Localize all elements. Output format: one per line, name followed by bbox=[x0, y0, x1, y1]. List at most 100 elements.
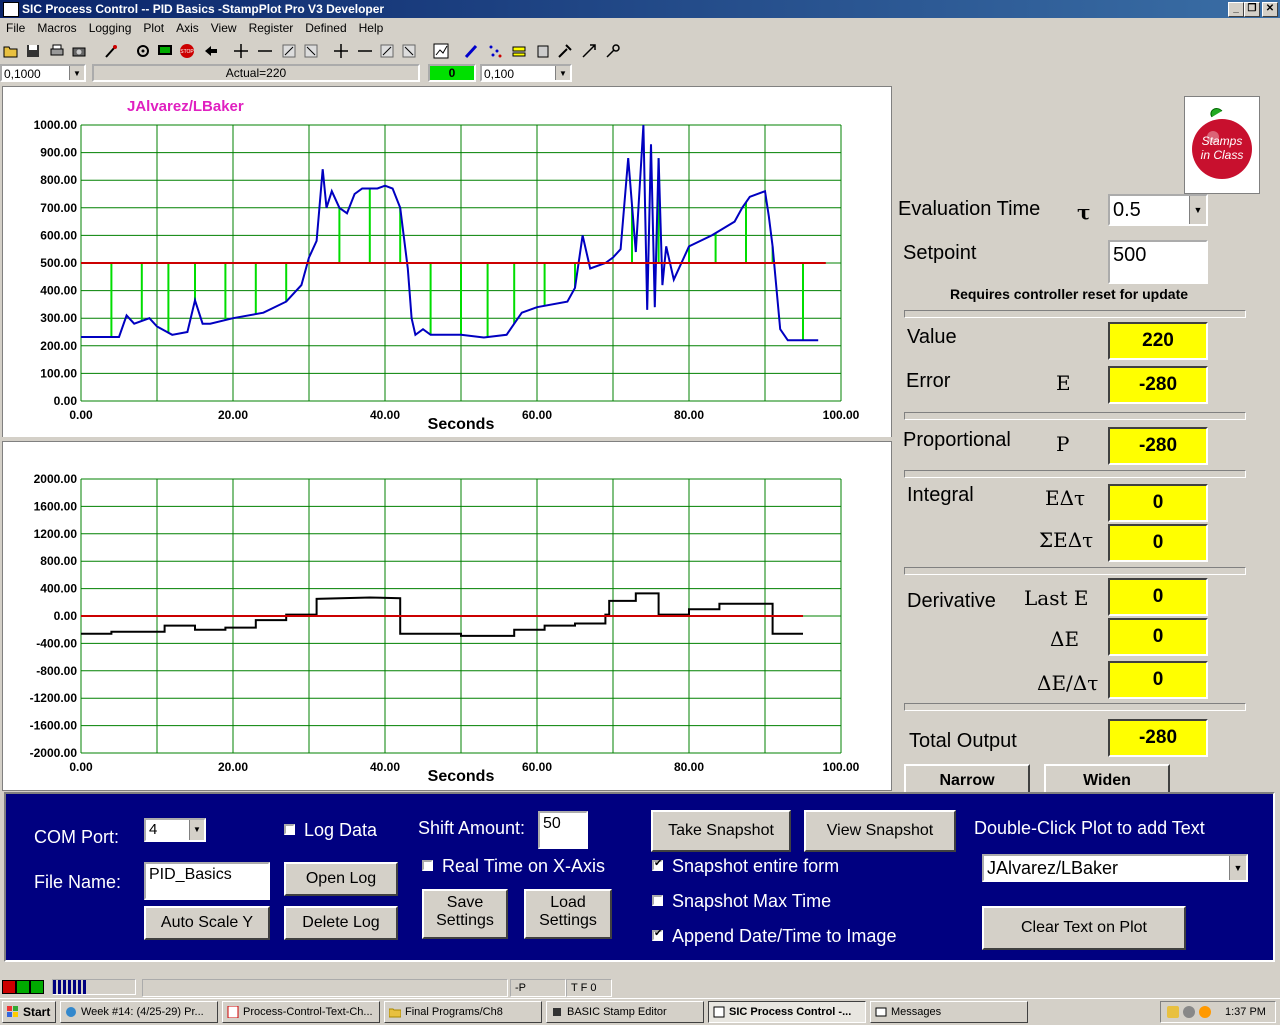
led-green-icon bbox=[30, 980, 44, 994]
svg-text:Stamps: Stamps bbox=[1202, 134, 1243, 148]
task-process-control-label: SIC Process Control -... bbox=[729, 1006, 852, 1018]
bottom-plot-panel[interactable]: 2000.00 1600.00 1200.00 800.00 400.00 0.00 -40… bbox=[2, 441, 892, 791]
task-browser[interactable]: Week #14: (4/25-29) Pr... bbox=[60, 1001, 218, 1023]
zoom-out-y-icon[interactable] bbox=[254, 40, 276, 62]
view-snapshot-button[interactable]: View Snapshot bbox=[804, 810, 956, 852]
y-span-combo[interactable]: 0,100 ▼ bbox=[480, 64, 572, 82]
tray-shield-icon[interactable] bbox=[1167, 1006, 1179, 1018]
x-tick-label: 80.00 bbox=[674, 760, 704, 774]
log-data-checkbox[interactable] bbox=[284, 824, 295, 838]
led-red-icon bbox=[2, 980, 16, 994]
tool-icon[interactable] bbox=[554, 40, 576, 62]
load-settings-button[interactable]: Load Settings bbox=[524, 889, 612, 939]
top-plot-panel[interactable]: 1000.00 900.00 800.00 700.00 600.00 500.00 400… bbox=[2, 86, 892, 438]
app-icon bbox=[713, 1006, 725, 1018]
menu-axis[interactable]: Axis bbox=[170, 18, 205, 38]
double-click-label: Double-Click Plot to add Text bbox=[974, 818, 1205, 838]
delete-log-button[interactable]: Delete Log bbox=[284, 906, 398, 940]
real-time-checkbox[interactable] bbox=[422, 860, 433, 874]
chevron-down-icon[interactable]: ▼ bbox=[1189, 196, 1206, 224]
apple-logo-icon: Stamps in Class bbox=[1192, 108, 1252, 179]
chevron-down-icon[interactable]: ▼ bbox=[69, 66, 84, 80]
pen-icon[interactable] bbox=[460, 40, 482, 62]
svg-text:STOP: STOP bbox=[180, 49, 194, 55]
arrow-left-icon[interactable] bbox=[200, 40, 222, 62]
task-folder[interactable]: Final Programs/Ch8 bbox=[384, 1001, 542, 1023]
take-snapshot-button[interactable]: Take Snapshot bbox=[651, 810, 791, 852]
append-date-checkbox[interactable] bbox=[652, 928, 663, 944]
zoom-in-x-icon[interactable] bbox=[330, 40, 352, 62]
error-symbol: E bbox=[1056, 371, 1071, 395]
snapshot-max-check[interactable] bbox=[652, 895, 663, 906]
chevron-down-icon[interactable]: ▼ bbox=[1229, 856, 1246, 880]
snapshot-entire-label: Snapshot entire form bbox=[672, 856, 840, 876]
open-log-button[interactable]: Open Log bbox=[284, 862, 398, 896]
snapshot-max-checkbox[interactable] bbox=[652, 895, 663, 909]
menu-view[interactable]: View bbox=[205, 18, 243, 38]
wand-icon[interactable] bbox=[100, 40, 122, 62]
key-icon[interactable] bbox=[602, 40, 624, 62]
chart-icon[interactable] bbox=[430, 40, 452, 62]
shift-right-icon[interactable] bbox=[398, 40, 420, 62]
maximize-button[interactable]: ❐ bbox=[1244, 2, 1260, 17]
shift-up-icon[interactable] bbox=[278, 40, 300, 62]
stop-icon[interactable]: STOP bbox=[176, 40, 198, 62]
gears-icon[interactable] bbox=[132, 40, 154, 62]
append-date-check[interactable] bbox=[652, 928, 663, 941]
bottom-plot-svg[interactable]: 2000.00 1600.00 1200.00 800.00 400.00 0.00 -40… bbox=[3, 442, 891, 790]
shift-amount-input[interactable]: 50 bbox=[538, 811, 588, 849]
clear-icon[interactable] bbox=[532, 40, 554, 62]
menu-macros[interactable]: Macros bbox=[31, 18, 82, 38]
resize-icon[interactable] bbox=[578, 40, 600, 62]
value-label: Value bbox=[907, 326, 957, 348]
clear-text-button[interactable]: Clear Text on Plot bbox=[982, 906, 1186, 950]
task-stamp-editor[interactable]: BASIC Stamp Editor bbox=[546, 1001, 704, 1023]
snapshot-entire-check[interactable] bbox=[652, 858, 663, 871]
plot-annotation-text: JAlvarez/LBaker bbox=[127, 98, 244, 115]
delta-e-symbol: ΔE bbox=[1050, 627, 1080, 651]
save-icon[interactable] bbox=[22, 40, 44, 62]
minimize-button[interactable]: _ bbox=[1228, 2, 1244, 17]
open-folder-icon[interactable] bbox=[0, 40, 22, 62]
shift-left-icon[interactable] bbox=[376, 40, 398, 62]
menu-help[interactable]: Help bbox=[353, 18, 390, 38]
eval-time-select[interactable]: 0.5 ▼ bbox=[1108, 194, 1208, 226]
log-data-check[interactable] bbox=[284, 824, 295, 835]
camera-icon[interactable] bbox=[68, 40, 90, 62]
task-pdf[interactable]: Process-Control-Text-Ch... bbox=[222, 1001, 380, 1023]
close-button[interactable]: ✕ bbox=[1262, 2, 1278, 17]
chevron-down-icon[interactable]: ▼ bbox=[555, 66, 570, 80]
top-plot-svg[interactable]: 1000.00 900.00 800.00 700.00 600.00 500.00 400… bbox=[3, 87, 891, 437]
task-messages-label: Messages bbox=[891, 1006, 942, 1018]
x-tick-label: 0.00 bbox=[69, 760, 93, 774]
title-bar[interactable]: SIC Process Control -- PID Basics -Stamp… bbox=[0, 0, 1280, 18]
menu-plot[interactable]: Plot bbox=[137, 18, 170, 38]
zoom-in-y-icon[interactable] bbox=[230, 40, 252, 62]
auto-scale-y-button[interactable]: Auto Scale Y bbox=[144, 906, 270, 940]
menu-defined[interactable]: Defined bbox=[299, 18, 352, 38]
print-icon[interactable] bbox=[46, 40, 68, 62]
max-span-combo[interactable]: 0,1000 ▼ bbox=[0, 64, 86, 82]
save-settings-button[interactable]: Save Settings bbox=[422, 889, 508, 939]
file-name-input[interactable]: PID_Basics bbox=[144, 862, 270, 900]
zoom-out-x-icon[interactable] bbox=[354, 40, 376, 62]
snapshot-entire-checkbox[interactable] bbox=[652, 858, 663, 874]
task-process-control[interactable]: SIC Process Control -... bbox=[708, 1001, 866, 1023]
start-button[interactable]: Start bbox=[2, 1001, 56, 1023]
tray-sound-icon[interactable] bbox=[1199, 1006, 1211, 1018]
monitor-icon[interactable] bbox=[154, 40, 176, 62]
task-messages[interactable]: Messages bbox=[870, 1001, 1028, 1023]
menu-logging[interactable]: Logging bbox=[83, 18, 138, 38]
menu-file[interactable]: File bbox=[0, 18, 31, 38]
chevron-down-icon[interactable]: ▼ bbox=[189, 820, 204, 840]
menu-register[interactable]: Register bbox=[243, 18, 300, 38]
eval-time-value: 0.5 bbox=[1113, 199, 1141, 221]
shift-down-icon[interactable] bbox=[300, 40, 322, 62]
com-port-select[interactable]: 4 ▼ bbox=[144, 818, 206, 842]
points-icon[interactable] bbox=[484, 40, 506, 62]
setpoint-input[interactable]: 500 bbox=[1108, 240, 1208, 284]
plot-text-select[interactable]: JAlvarez/LBaker ▼ bbox=[982, 854, 1248, 882]
tray-disk-icon[interactable] bbox=[1183, 1006, 1195, 1018]
real-time-check[interactable] bbox=[422, 860, 433, 871]
highlight-icon[interactable] bbox=[508, 40, 530, 62]
